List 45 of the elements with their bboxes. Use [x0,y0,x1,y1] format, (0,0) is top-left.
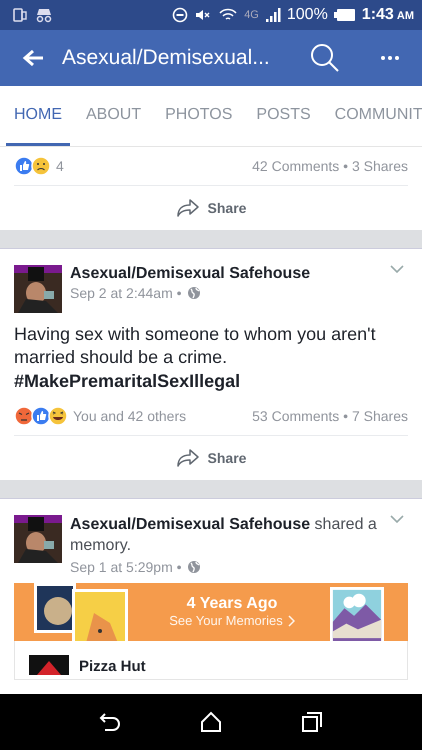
globe-icon [186,560,201,574]
post-time[interactable]: Sep 1 at 5:29pm • [70,558,182,575]
battery-icon [334,8,356,22]
shared-page-name[interactable]: Pizza Hut [79,658,146,675]
share-button[interactable]: Share [170,197,252,219]
network-type-label: 4G [244,9,259,21]
page-title: Asexual/Demisexual... [62,46,271,70]
thumbs-up-icon [14,156,34,176]
tab[interactable]: COMMUNIT [326,86,422,146]
signal-icon [264,7,281,23]
emoji-icon [14,406,34,426]
back-arrow-icon[interactable] [22,49,44,67]
tab[interactable]: PHOTOS [157,86,240,146]
clock: 1:43 AM [362,6,414,24]
shared-post-card[interactable]: Pizza Hut [14,640,408,680]
memory-title: 4 Years Ago [186,595,278,614]
memories-banner[interactable]: 4 Years Ago See Your Memories [14,582,408,641]
post-time[interactable]: Sep 2 at 2:44am • [70,285,182,301]
post-header-text: Asexual/Demisexual Safehouse shared a memory. [70,515,378,556]
comments-shares-count[interactable]: 42 Comments • 3 Shares [252,158,408,174]
emoji-icon [31,156,51,176]
battery-percent: 100% [286,6,328,24]
do-not-disturb-icon [172,7,188,23]
tab[interactable]: ABOUT [78,86,150,146]
mute-icon [194,7,212,23]
globe-icon [186,286,201,300]
post-author[interactable]: Asexual/Demisexual Safehouse [70,265,382,283]
share-arrow-icon [176,448,200,468]
see-memories-link[interactable]: See Your Memories [169,613,295,628]
chevron-right-icon [286,614,295,627]
share-arrow-icon [176,198,200,218]
emoji-icon [48,406,68,426]
share-button[interactable]: Share [170,447,252,470]
reaction-count[interactable]: 4 [56,158,64,174]
search-icon[interactable] [310,43,340,73]
more-icon[interactable] [380,55,400,61]
tab[interactable]: POSTS [248,86,319,146]
home-icon[interactable] [200,711,222,733]
comments-shares-count[interactable]: 53 Comments • 7 Shares [252,408,408,424]
phone-icon [12,7,28,23]
back-icon[interactable] [99,712,122,732]
reaction-count[interactable]: You and 42 others [73,408,186,424]
recent-apps-icon[interactable] [300,711,323,733]
post-text: Having sex with someone to whom you aren't married should be a crime. #MakePremaritalSexIllegal [14,323,377,393]
thumbs-up-icon [31,406,51,426]
